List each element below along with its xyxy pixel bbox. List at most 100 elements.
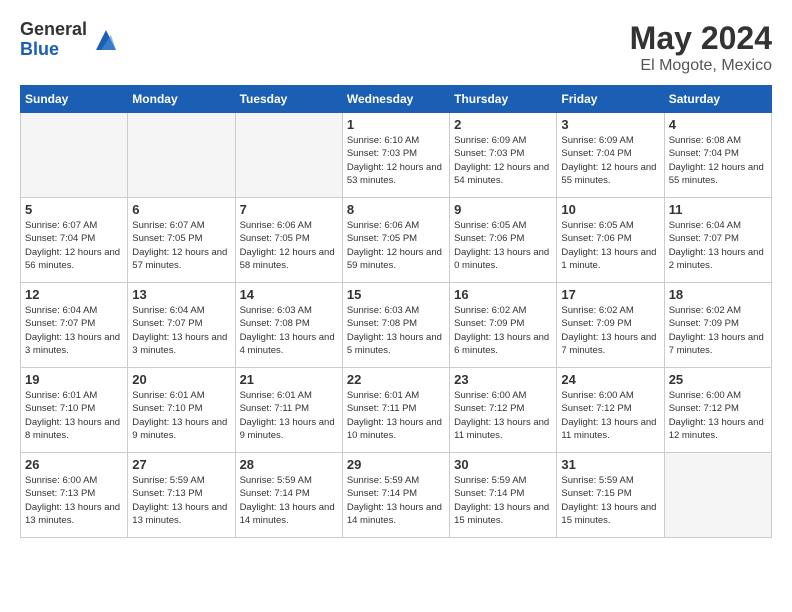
calendar-cell: 24Sunrise: 6:00 AMSunset: 7:12 PMDayligh… (557, 368, 664, 453)
day-info: Sunrise: 5:59 AMSunset: 7:13 PMDaylight:… (132, 474, 230, 527)
header: General Blue May 2024 El Mogote, Mexico (20, 20, 772, 75)
day-info: Sunrise: 6:00 AMSunset: 7:12 PMDaylight:… (669, 389, 767, 442)
day-number: 16 (454, 287, 552, 302)
location: El Mogote, Mexico (630, 57, 772, 75)
calendar-cell (21, 113, 128, 198)
day-number: 19 (25, 372, 123, 387)
calendar-cell: 14 Sunrise: 6:03 AMSunset: 7:08 PMDayligh… (235, 283, 342, 368)
day-info: Sunrise: 6:06 AMSunset: 7:05 PMDaylight:… (240, 219, 338, 272)
day-number: 9 (454, 202, 552, 217)
day-info: Sunrise: 6:08 AMSunset: 7:04 PMDaylight:… (669, 134, 767, 187)
day-info: Sunrise: 6:05 AMSunset: 7:06 PMDaylight:… (454, 219, 552, 272)
day-number: 25 (669, 372, 767, 387)
calendar-week-4: 19 Sunrise: 6:01 AMSunset: 7:10 PMDayligh… (21, 368, 772, 453)
calendar-week-3: 12Sunrise: 6:04 AMSunset: 7:07 PMDayligh… (21, 283, 772, 368)
calendar-table: SundayMondayTuesdayWednesdayThursdayFrid… (20, 85, 772, 538)
weekday-header-monday: Monday (128, 86, 235, 113)
day-number: 28 (240, 457, 338, 472)
calendar-cell (235, 113, 342, 198)
weekday-header-friday: Friday (557, 86, 664, 113)
day-info: Sunrise: 6:10 AMSunset: 7:03 PMDaylight:… (347, 134, 445, 187)
day-info: Sunrise: 6:00 AMSunset: 7:13 PMDaylight:… (25, 474, 123, 527)
day-number: 30 (454, 457, 552, 472)
day-number: 2 (454, 117, 552, 132)
day-number: 15 (347, 287, 445, 302)
day-number: 7 (240, 202, 338, 217)
day-info: Sunrise: 6:00 AMSunset: 7:12 PMDaylight:… (561, 389, 659, 442)
day-number: 1 (347, 117, 445, 132)
calendar-cell: 4 Sunrise: 6:08 AMSunset: 7:04 PMDaylight… (664, 113, 771, 198)
calendar-cell: 7 Sunrise: 6:06 AMSunset: 7:05 PMDaylight… (235, 198, 342, 283)
calendar-cell: 9 Sunrise: 6:05 AMSunset: 7:06 PMDaylight… (450, 198, 557, 283)
day-number: 4 (669, 117, 767, 132)
day-number: 31 (561, 457, 659, 472)
day-info: Sunrise: 6:02 AMSunset: 7:09 PMDaylight:… (561, 304, 659, 357)
calendar-cell: 19 Sunrise: 6:01 AMSunset: 7:10 PMDayligh… (21, 368, 128, 453)
calendar-cell: 5 Sunrise: 6:07 AMSunset: 7:04 PMDaylight… (21, 198, 128, 283)
calendar-cell: 27 Sunrise: 5:59 AMSunset: 7:13 PMDayligh… (128, 453, 235, 538)
day-info: Sunrise: 6:00 AMSunset: 7:12 PMDaylight:… (454, 389, 552, 442)
logo-icon (91, 25, 121, 55)
day-info: Sunrise: 6:01 AMSunset: 7:10 PMDaylight:… (132, 389, 230, 442)
day-number: 23 (454, 372, 552, 387)
calendar-cell: 3 Sunrise: 6:09 AMSunset: 7:04 PMDaylight… (557, 113, 664, 198)
day-number: 26 (25, 457, 123, 472)
calendar-cell: 12Sunrise: 6:04 AMSunset: 7:07 PMDayligh… (21, 283, 128, 368)
day-info: Sunrise: 6:01 AMSunset: 7:11 PMDaylight:… (347, 389, 445, 442)
day-number: 11 (669, 202, 767, 217)
day-number: 5 (25, 202, 123, 217)
weekday-header-tuesday: Tuesday (235, 86, 342, 113)
month-title: May 2024 (630, 20, 772, 57)
calendar-cell: 23 Sunrise: 6:00 AMSunset: 7:12 PMDayligh… (450, 368, 557, 453)
calendar-cell: 26 Sunrise: 6:00 AMSunset: 7:13 PMDayligh… (21, 453, 128, 538)
day-number: 22 (347, 372, 445, 387)
calendar-cell: 15 Sunrise: 6:03 AMSunset: 7:08 PMDayligh… (342, 283, 449, 368)
day-info: Sunrise: 6:03 AMSunset: 7:08 PMDaylight:… (240, 304, 338, 357)
calendar-cell: 20 Sunrise: 6:01 AMSunset: 7:10 PMDayligh… (128, 368, 235, 453)
calendar-cell: 6 Sunrise: 6:07 AMSunset: 7:05 PMDaylight… (128, 198, 235, 283)
weekday-header-row: SundayMondayTuesdayWednesdayThursdayFrid… (21, 86, 772, 113)
day-info: Sunrise: 6:01 AMSunset: 7:10 PMDaylight:… (25, 389, 123, 442)
day-info: Sunrise: 5:59 AMSunset: 7:14 PMDaylight:… (347, 474, 445, 527)
calendar-cell: 30 Sunrise: 5:59 AMSunset: 7:14 PMDayligh… (450, 453, 557, 538)
day-info: Sunrise: 5:59 AMSunset: 7:14 PMDaylight:… (240, 474, 338, 527)
logo: General Blue (20, 20, 121, 60)
day-info: Sunrise: 6:04 AMSunset: 7:07 PMDaylight:… (25, 304, 123, 357)
day-number: 29 (347, 457, 445, 472)
calendar-cell: 28 Sunrise: 5:59 AMSunset: 7:14 PMDayligh… (235, 453, 342, 538)
day-number: 17 (561, 287, 659, 302)
calendar-cell: 21Sunrise: 6:01 AMSunset: 7:11 PMDayligh… (235, 368, 342, 453)
weekday-header-sunday: Sunday (21, 86, 128, 113)
day-info: Sunrise: 6:04 AMSunset: 7:07 PMDaylight:… (669, 219, 767, 272)
calendar-cell: 11 Sunrise: 6:04 AMSunset: 7:07 PMDayligh… (664, 198, 771, 283)
weekday-header-thursday: Thursday (450, 86, 557, 113)
day-info: Sunrise: 6:07 AMSunset: 7:05 PMDaylight:… (132, 219, 230, 272)
weekday-header-saturday: Saturday (664, 86, 771, 113)
calendar-week-2: 5 Sunrise: 6:07 AMSunset: 7:04 PMDaylight… (21, 198, 772, 283)
calendar-cell (128, 113, 235, 198)
calendar-cell: 2Sunrise: 6:09 AMSunset: 7:03 PMDaylight… (450, 113, 557, 198)
calendar-cell: 22 Sunrise: 6:01 AMSunset: 7:11 PMDayligh… (342, 368, 449, 453)
calendar-cell: 18Sunrise: 6:02 AMSunset: 7:09 PMDayligh… (664, 283, 771, 368)
day-number: 6 (132, 202, 230, 217)
calendar-cell: 25 Sunrise: 6:00 AMSunset: 7:12 PMDayligh… (664, 368, 771, 453)
day-info: Sunrise: 6:07 AMSunset: 7:04 PMDaylight:… (25, 219, 123, 272)
day-number: 8 (347, 202, 445, 217)
day-number: 14 (240, 287, 338, 302)
weekday-header-wednesday: Wednesday (342, 86, 449, 113)
day-info: Sunrise: 6:02 AMSunset: 7:09 PMDaylight:… (454, 304, 552, 357)
calendar-cell (664, 453, 771, 538)
calendar-cell: 1 Sunrise: 6:10 AMSunset: 7:03 PMDaylight… (342, 113, 449, 198)
day-number: 3 (561, 117, 659, 132)
calendar-cell: 16 Sunrise: 6:02 AMSunset: 7:09 PMDayligh… (450, 283, 557, 368)
day-number: 18 (669, 287, 767, 302)
calendar-cell: 29 Sunrise: 5:59 AMSunset: 7:14 PMDayligh… (342, 453, 449, 538)
calendar-cell: 31 Sunrise: 5:59 AMSunset: 7:15 PMDayligh… (557, 453, 664, 538)
day-info: Sunrise: 6:05 AMSunset: 7:06 PMDaylight:… (561, 219, 659, 272)
day-info: Sunrise: 6:03 AMSunset: 7:08 PMDaylight:… (347, 304, 445, 357)
day-number: 20 (132, 372, 230, 387)
day-number: 27 (132, 457, 230, 472)
day-info: Sunrise: 6:09 AMSunset: 7:04 PMDaylight:… (561, 134, 659, 187)
day-info: Sunrise: 5:59 AMSunset: 7:14 PMDaylight:… (454, 474, 552, 527)
day-info: Sunrise: 5:59 AMSunset: 7:15 PMDaylight:… (561, 474, 659, 527)
